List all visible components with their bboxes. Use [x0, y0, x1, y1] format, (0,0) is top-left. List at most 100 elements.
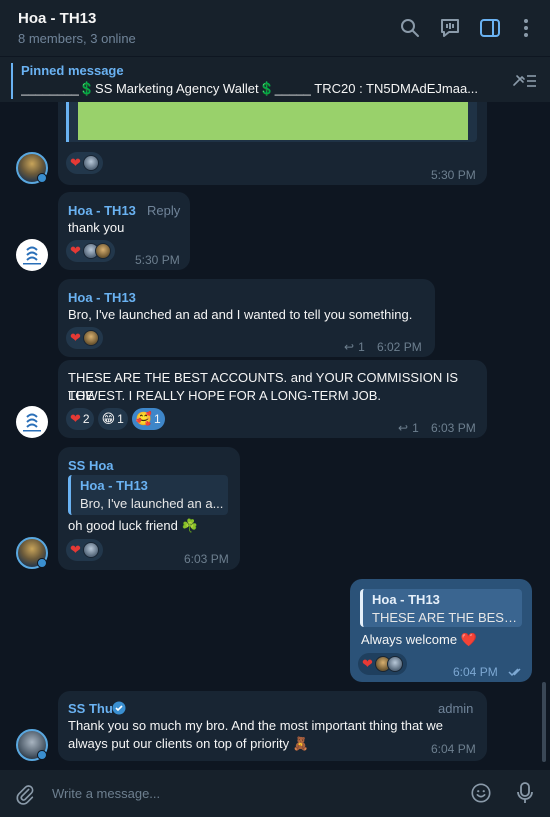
message-bubble-outgoing[interactable]: Hoa - TH13 THESE ARE THE BEST A... Alway… [350, 579, 532, 682]
quote-sender: Hoa - TH13 [372, 592, 440, 607]
avatar[interactable] [16, 729, 48, 761]
message-text: Bro, I've launched an ad and I wanted to… [68, 307, 413, 322]
avatar[interactable] [16, 239, 48, 271]
heart-icon: ❤ [70, 330, 81, 345]
avatar[interactable] [16, 406, 48, 438]
quote-text: THESE ARE THE BEST A... [372, 610, 522, 625]
message-time: 5:30 PM [431, 168, 476, 182]
reactor-avatar [82, 542, 99, 558]
reply-arrow-icon: ↩ [398, 421, 409, 435]
admin-label: admin [438, 701, 474, 716]
search-icon[interactable] [398, 16, 422, 40]
sidebar-toggle-icon[interactable] [478, 16, 502, 40]
chat-member-count: 8 members, 3 online [18, 31, 136, 46]
message-text: Always welcome ❤️ [361, 632, 477, 647]
pinned-text: ________💲SS Marketing Agency Wallet💲____… [21, 81, 479, 96]
status-badge [37, 173, 47, 183]
status-badge [37, 750, 47, 760]
heart-icon: ❤ [70, 243, 81, 258]
verified-badge-icon [112, 701, 126, 715]
reply-label[interactable]: Reply [147, 203, 180, 218]
heart-icon: ❤ [70, 542, 81, 557]
message-bubble[interactable]: SS Thu admin Thank you so much my bro. A… [58, 691, 487, 761]
message-bubble[interactable]: Hoa - TH13 Reply thank you ❤ 5:30 PM [58, 192, 190, 270]
reactions: ❤ [66, 240, 115, 262]
reactions: ❤ [358, 653, 407, 675]
voice-chat-icon[interactable] [438, 16, 462, 40]
message-time: 6:03 PM [431, 421, 476, 435]
double-check-icon [508, 668, 521, 677]
pinned-message-bar[interactable]: Pinned message ________💲SS Marketing Age… [0, 56, 550, 102]
message-time: 5:30 PM [135, 253, 180, 267]
heart-icon: ❤ [70, 411, 81, 426]
reply-arrow-icon: ↩ [344, 340, 355, 354]
replies-count: 1 [412, 421, 419, 435]
heart-icon: ❤ [70, 155, 81, 170]
sender-name[interactable]: SS Thu [68, 701, 113, 716]
reaction-count: 1 [154, 412, 161, 426]
message-input[interactable]: Write a message... [52, 786, 160, 801]
message-bubble[interactable]: THESE ARE THE BEST ACCOUNTS. and YOUR CO… [58, 360, 487, 438]
company-logo-icon [23, 246, 41, 265]
heart-eyes-emoji-icon: 🥰 [135, 411, 153, 426]
image-frame [66, 102, 477, 142]
message-time: 6:04 PM [453, 665, 498, 679]
microphone-icon[interactable] [514, 781, 536, 805]
company-logo-icon [23, 413, 41, 432]
reaction-count: 1 [117, 412, 124, 426]
reaction-grin[interactable]: 😁 1 [97, 408, 128, 430]
message-text: thank you [68, 220, 125, 235]
scrollbar[interactable] [542, 682, 546, 762]
attached-image[interactable] [78, 102, 468, 140]
reaction-heart[interactable]: ❤ [66, 327, 103, 349]
message-time: 6:04 PM [431, 742, 476, 756]
heart-icon: ❤ [362, 656, 373, 671]
message-text-line: always put our clients on top of priorit… [68, 736, 309, 751]
status-badge [37, 558, 47, 568]
pinned-accent-bar [11, 63, 13, 99]
grin-emoji-icon: 😁 [101, 411, 116, 426]
more-menu-icon[interactable] [514, 16, 538, 40]
sender-name[interactable]: Hoa - TH13 [68, 290, 136, 305]
quote-sender: Hoa - TH13 [80, 478, 148, 493]
message-text: oh good luck friend ☘️ [68, 518, 198, 533]
quote-text: Bro, I've launched an a... [80, 496, 224, 511]
reactor-avatar [82, 155, 99, 171]
message-list[interactable]: ❤ 5:30 PM Hoa - TH13 Reply thank you ❤ 5… [0, 102, 550, 770]
reactions: ❤ [66, 539, 103, 561]
chat-title[interactable]: Hoa - TH13 [18, 10, 96, 27]
reaction-love[interactable]: 🥰 1 [131, 408, 165, 430]
emoji-icon[interactable] [470, 782, 492, 804]
pinned-label: Pinned message [21, 63, 124, 78]
sender-name[interactable]: SS Hoa [68, 458, 114, 473]
reaction-heart[interactable]: ❤ [66, 152, 103, 174]
thread-replies[interactable]: ↩ 1 [344, 340, 365, 354]
avatar[interactable] [16, 152, 48, 184]
replies-count: 1 [358, 340, 365, 354]
chat-header[interactable]: Hoa - TH13 8 members, 3 online [0, 0, 550, 56]
thread-replies[interactable]: ↩ 1 [398, 421, 419, 435]
reaction-heart[interactable]: ❤ [358, 653, 407, 675]
pin-list-icon[interactable] [510, 71, 538, 91]
message-bubble[interactable]: ❤ 5:30 PM [58, 102, 487, 185]
attach-icon[interactable] [14, 783, 36, 805]
message-composer: Write a message... [0, 770, 550, 817]
reactor-avatar [94, 243, 111, 259]
reaction-heart[interactable]: ❤ [66, 539, 103, 561]
reaction-count: 2 [82, 412, 90, 426]
message-text-line: Thank you so much my bro. And the most i… [68, 718, 444, 733]
reply-quote[interactable]: Hoa - TH13 THESE ARE THE BEST A... [360, 589, 522, 627]
avatar[interactable] [16, 537, 48, 569]
message-bubble[interactable]: Hoa - TH13 Bro, I've launched an ad and … [58, 279, 435, 357]
message-bubble[interactable]: SS Hoa Hoa - TH13 Bro, I've launched an … [58, 447, 240, 570]
reply-quote[interactable]: Hoa - TH13 Bro, I've launched an a... [68, 475, 228, 515]
reaction-heart[interactable]: ❤ 2 [66, 408, 94, 430]
message-time: 6:02 PM [377, 340, 422, 354]
reactions: ❤ 2 😁 1 🥰 1 [66, 408, 165, 430]
message-text-line: LOWEST. I REALLY HOPE FOR A LONG-TERM JO… [68, 388, 382, 403]
sender-name[interactable]: Hoa - TH13 [68, 203, 136, 218]
reaction-heart[interactable]: ❤ [66, 240, 115, 262]
reactor-avatar [82, 330, 99, 346]
message-time: 6:03 PM [184, 552, 229, 566]
reactor-avatar [386, 656, 403, 672]
